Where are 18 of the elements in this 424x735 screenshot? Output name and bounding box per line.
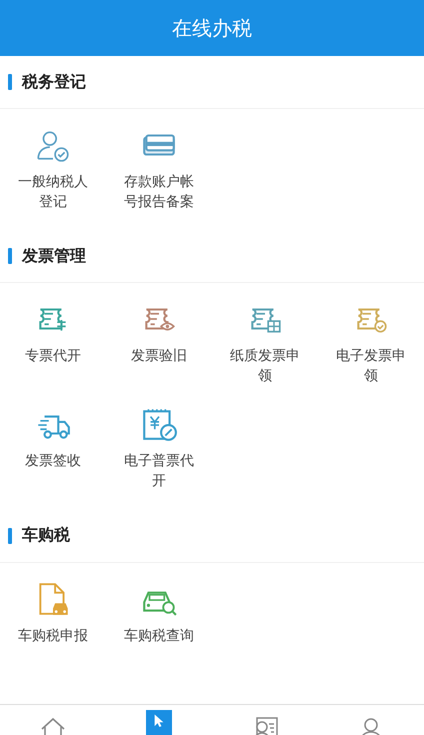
service-item[interactable]: 车购税查询	[106, 576, 212, 650]
section-marker	[8, 528, 12, 544]
service-item[interactable]: 纸质发票申领	[212, 297, 318, 390]
service-item[interactable]: 一般纳税人登记	[0, 123, 106, 216]
section-title: 车购税	[22, 525, 70, 546]
section-title: 发票管理	[22, 246, 86, 267]
service-item[interactable]: 电子发票申领	[318, 297, 424, 390]
section-title: 税务登记	[22, 72, 86, 92]
service-item[interactable]: 发票签收	[0, 402, 106, 496]
section-marker	[8, 248, 12, 264]
service-item[interactable]: 车购税申报	[0, 576, 106, 650]
cursor-icon	[154, 714, 164, 728]
header-title: 在线办税	[0, 0, 424, 56]
service-item[interactable]: 发票验旧	[106, 297, 212, 390]
service-item[interactable]: 存款账户帐号报告备案	[106, 123, 212, 216]
service-item[interactable]: 专票代开	[0, 297, 106, 390]
section-marker	[8, 74, 12, 90]
service-item[interactable]: 电子普票代开	[106, 402, 212, 496]
